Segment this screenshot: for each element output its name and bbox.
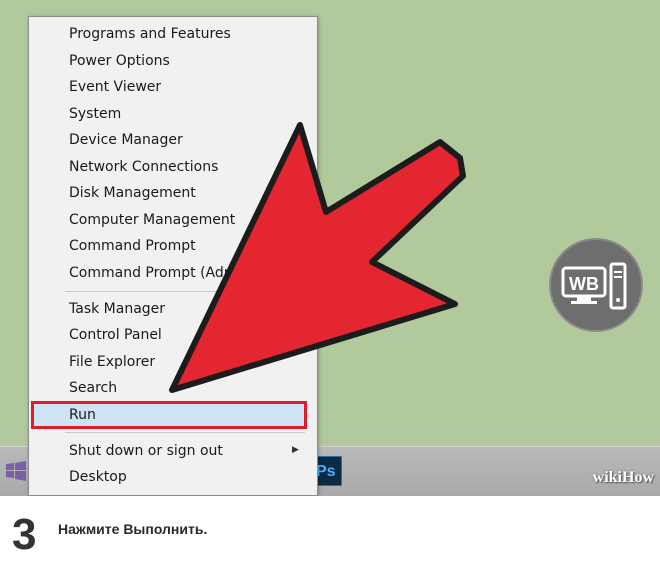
desktop-screenshot: Ps wikiHow Programs and Features Power O…: [0, 0, 660, 496]
step-number: 3: [12, 510, 37, 559]
step-caption: Нажмите Выполнить.: [58, 521, 208, 537]
wb-logo-text: WB: [569, 274, 599, 294]
wb-logo: WB: [549, 238, 643, 332]
